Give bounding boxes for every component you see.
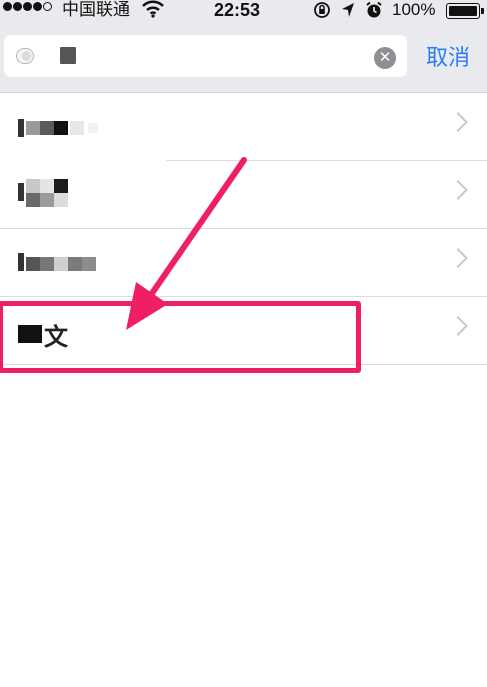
annotation-arrow <box>126 157 247 330</box>
